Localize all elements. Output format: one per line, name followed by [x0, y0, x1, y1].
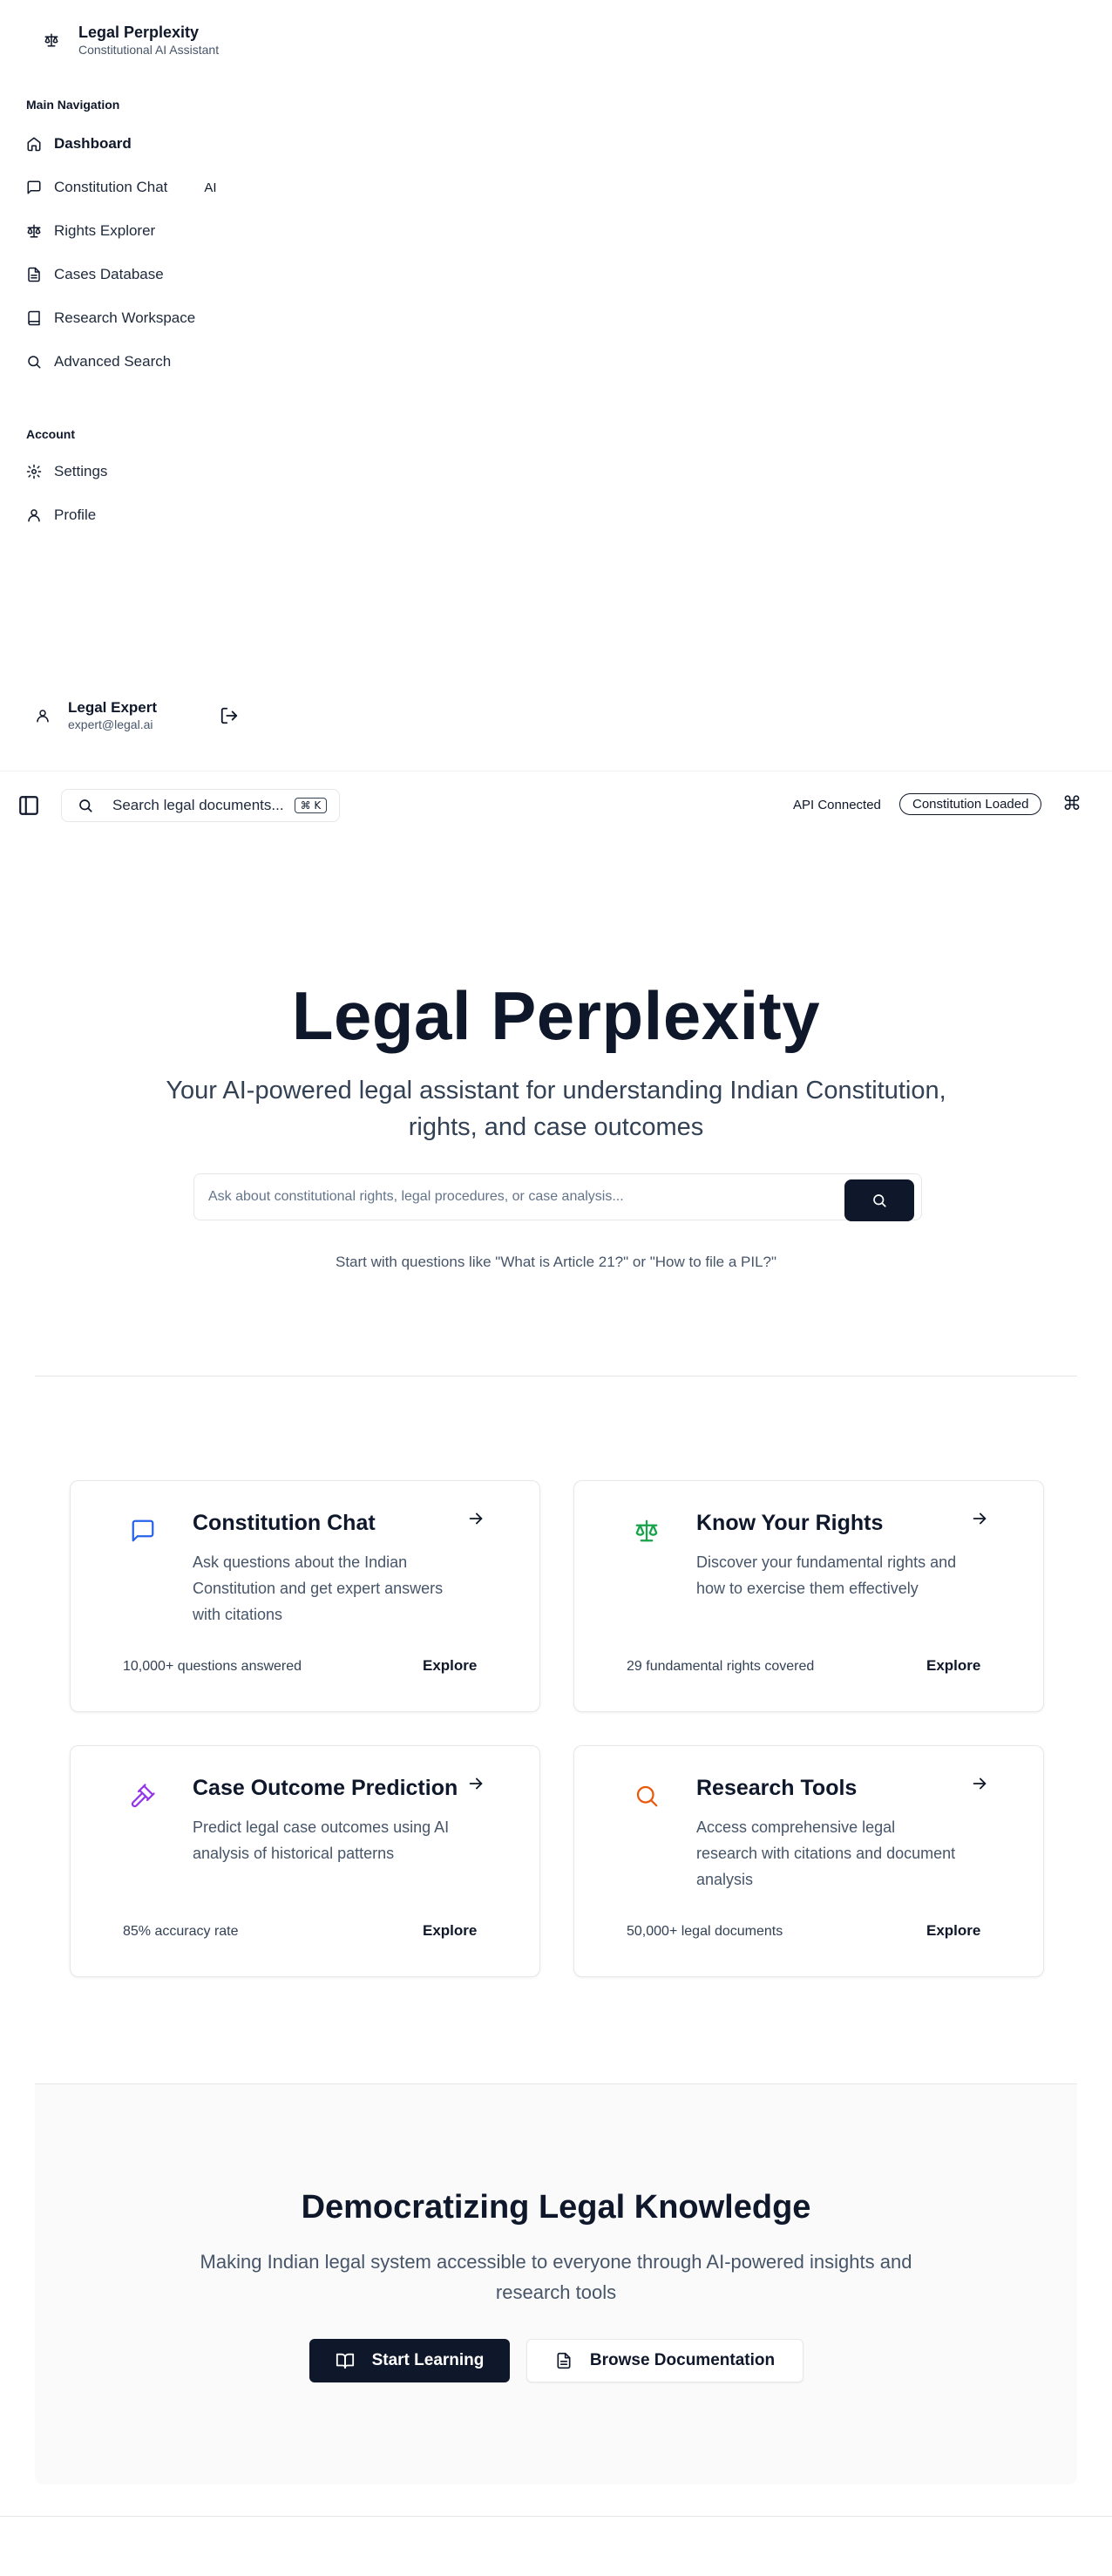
- button-label: Start Learning: [371, 2351, 485, 2369]
- gear-icon: [26, 464, 42, 479]
- search-placeholder: Search legal documents...: [112, 797, 284, 813]
- user-email: expert@legal.ai: [68, 717, 153, 731]
- card-stat: 50,000+ legal documents: [627, 1924, 783, 1939]
- card-title: Constitution Chat: [193, 1511, 376, 1535]
- cta-section: Democratizing Legal Knowledge Making Ind…: [35, 2083, 1077, 2484]
- account-navigation: Settings Profile: [26, 450, 253, 537]
- card-title: Research Tools: [696, 1776, 858, 1800]
- explore-link[interactable]: Explore: [926, 1657, 980, 1675]
- arrow-right-icon: [466, 1509, 485, 1528]
- main-navigation: Dashboard Constitution Chat AI Rights Ex…: [26, 122, 253, 384]
- ask-box: [193, 1173, 922, 1221]
- main-navigation-label: Main Navigation: [26, 98, 120, 112]
- footer-divider: [0, 2516, 1112, 2517]
- cta-subtitle: Making Indian legal system accessible to…: [200, 2251, 912, 2303]
- app-title: Legal Perplexity: [78, 24, 200, 41]
- sidebar-item-rights-explorer[interactable]: Rights Explorer: [26, 209, 253, 253]
- ask-submit-button[interactable]: [844, 1179, 914, 1221]
- card-research-tools[interactable]: Research Tools Access comprehensive lega…: [573, 1745, 1044, 1977]
- start-learning-button[interactable]: Start Learning: [309, 2339, 510, 2382]
- api-status: API Connected: [793, 798, 881, 812]
- sidebar-item-label: Settings: [54, 463, 108, 479]
- card-case-outcome-prediction[interactable]: Case Outcome Prediction Predict legal ca…: [70, 1745, 540, 1977]
- sidebar-item-research-workspace[interactable]: Research Workspace: [26, 296, 253, 340]
- ai-badge: AI: [204, 180, 217, 195]
- card-title: Case Outcome Prediction: [193, 1776, 458, 1800]
- arrow-right-icon: [466, 1774, 485, 1793]
- message-icon: [26, 180, 42, 195]
- scale-icon: [26, 223, 42, 239]
- browse-documentation-button[interactable]: Browse Documentation: [526, 2339, 803, 2382]
- sidebar-item-label: Constitution Chat: [54, 179, 168, 195]
- keyboard-shortcut: ⌘ K: [294, 798, 328, 813]
- user-name: Legal Expert: [68, 699, 158, 716]
- sidebar-item-dashboard[interactable]: Dashboard: [26, 122, 253, 166]
- book-open-icon: [336, 2351, 355, 2370]
- sidebar-item-label: Advanced Search: [54, 353, 172, 370]
- user-icon: [26, 507, 42, 523]
- card-description: Access comprehensive legal research with…: [696, 1818, 956, 1888]
- sidebar-toggle-icon[interactable]: [17, 794, 40, 817]
- file-text-icon: [555, 2352, 573, 2369]
- button-label: Browse Documentation: [589, 2351, 776, 2369]
- card-constitution-chat[interactable]: Constitution Chat Ask questions about th…: [70, 1480, 540, 1712]
- ask-input[interactable]: [194, 1174, 839, 1220]
- card-stat: 29 fundamental rights covered: [627, 1659, 815, 1674]
- sidebar-item-label: Dashboard: [54, 135, 132, 152]
- search-icon: [78, 798, 93, 813]
- cta-title: Democratizing Legal Knowledge: [301, 2189, 811, 2226]
- card-description: Predict legal case outcomes using AI ana…: [193, 1818, 450, 1862]
- search-icon: [871, 1193, 887, 1208]
- card-stat: 10,000+ questions answered: [123, 1659, 302, 1674]
- search-icon: [634, 1783, 660, 1809]
- sidebar-item-constitution-chat[interactable]: Constitution Chat AI: [26, 166, 253, 209]
- hero-title: Legal Perplexity: [291, 977, 821, 1054]
- sidebar-item-label: Profile: [54, 506, 97, 523]
- message-icon: [130, 1518, 156, 1544]
- account-label: Account: [26, 427, 75, 441]
- scale-icon: [38, 27, 64, 53]
- logout-icon[interactable]: [220, 706, 239, 725]
- hero-subtitle: Your AI-powered legal assistant for unde…: [166, 1077, 946, 1141]
- app-subtitle: Constitutional AI Assistant: [78, 43, 220, 57]
- sidebar-item-profile[interactable]: Profile: [26, 493, 253, 537]
- scale-icon: [634, 1518, 660, 1544]
- user-icon: [35, 708, 51, 724]
- explore-link[interactable]: Explore: [926, 1922, 980, 1940]
- command-icon[interactable]: ⌘: [1062, 793, 1081, 815]
- card-title: Know Your Rights: [696, 1511, 884, 1535]
- book-icon: [26, 310, 42, 326]
- card-stat: 85% accuracy rate: [123, 1924, 239, 1939]
- sidebar-item-settings[interactable]: Settings: [26, 450, 253, 493]
- explore-link[interactable]: Explore: [423, 1922, 477, 1940]
- home-icon: [26, 136, 42, 152]
- example-hint: Start with questions like "What is Artic…: [335, 1254, 777, 1270]
- user-profile[interactable]: Legal Expert expert@legal.ai: [35, 699, 239, 732]
- sidebar: Legal Perplexity Constitutional AI Assis…: [0, 0, 1112, 771]
- card-description: Discover your fundamental rights and how…: [696, 1553, 957, 1597]
- arrow-right-icon: [970, 1509, 989, 1528]
- top-bar: Search legal documents... ⌘ K API Connec…: [0, 771, 1112, 840]
- sidebar-item-advanced-search[interactable]: Advanced Search: [26, 340, 253, 384]
- brand[interactable]: Legal Perplexity Constitutional AI Assis…: [38, 23, 219, 58]
- sidebar-item-cases-database[interactable]: Cases Database: [26, 253, 253, 296]
- explore-link[interactable]: Explore: [423, 1657, 477, 1675]
- search-input[interactable]: Search legal documents... ⌘ K: [61, 789, 340, 822]
- file-text-icon: [26, 267, 42, 282]
- sidebar-item-label: Rights Explorer: [54, 222, 156, 239]
- card-know-your-rights[interactable]: Know Your Rights Discover your fundament…: [573, 1480, 1044, 1712]
- gavel-icon: [130, 1783, 156, 1809]
- constitution-status-badge: Constitution Loaded: [899, 793, 1042, 815]
- card-description: Ask questions about the Indian Constitut…: [193, 1553, 444, 1623]
- sidebar-item-label: Research Workspace: [54, 309, 196, 326]
- search-icon: [26, 354, 42, 370]
- sidebar-item-label: Cases Database: [54, 266, 164, 282]
- arrow-right-icon: [970, 1774, 989, 1793]
